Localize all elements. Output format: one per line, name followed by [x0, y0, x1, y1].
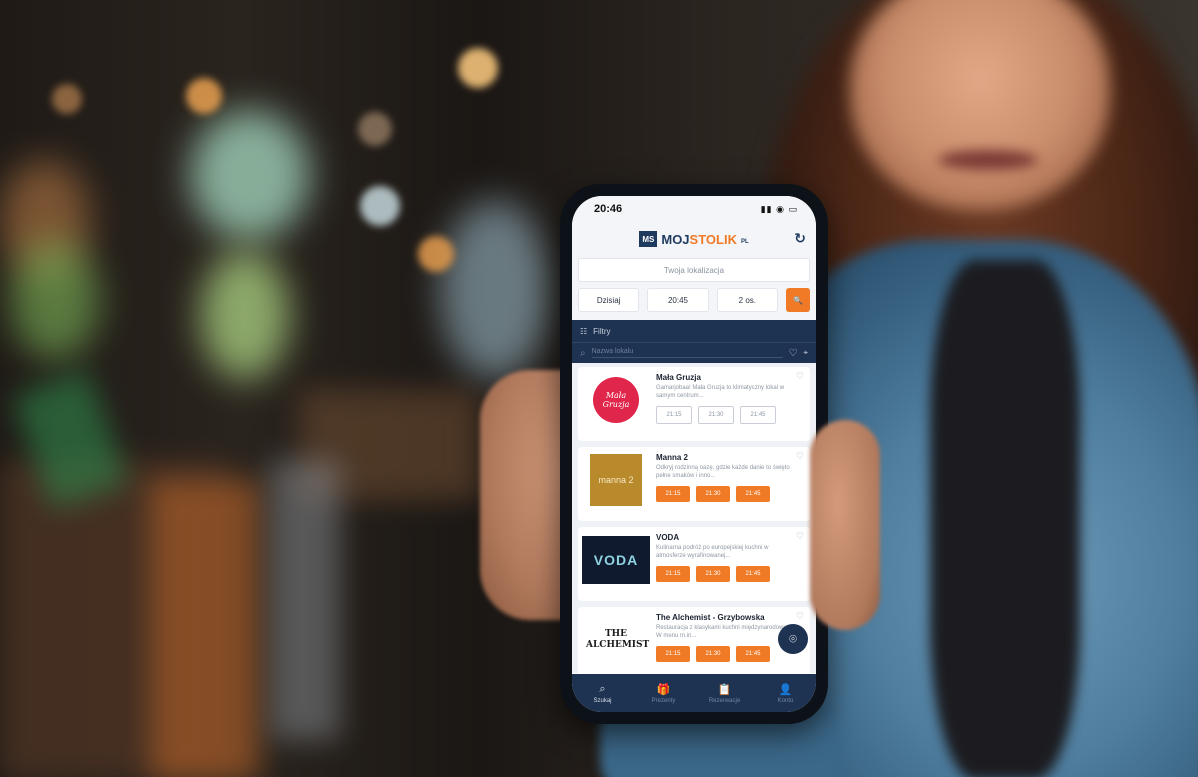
magnifier-icon: ⌕	[580, 347, 586, 359]
filters-button[interactable]: ☷ Filtry	[572, 320, 816, 342]
status-time: 20:46	[594, 203, 623, 215]
smile	[938, 150, 1038, 170]
favorite-heart-icon[interactable]: ♡	[796, 611, 804, 622]
gift-icon: 🎁	[656, 683, 671, 696]
favorite-heart-icon[interactable]: ♡	[796, 531, 804, 542]
bokeh-window	[440, 200, 550, 380]
restaurant-card[interactable]: manna 2 Manna 2 Odkryj rodzinną oazę, gd…	[578, 447, 810, 521]
time-slot[interactable]: 21:30	[696, 566, 730, 582]
tab-reservations[interactable]: 📋 Rezerwacje	[694, 674, 755, 712]
restaurant-description: Kulinarna podróż po europejskiej kuchni …	[656, 545, 769, 559]
time-slot[interactable]: 21:15	[656, 566, 690, 582]
time-slot[interactable]: 21:45	[736, 566, 770, 582]
black-shirt	[930, 260, 1080, 777]
restaurant-description: Gamarjobaa! Mała Gruzja to klimatyczny l…	[656, 385, 785, 399]
map-location-button[interactable]: ⌾	[778, 624, 808, 654]
time-slots: 21:15 21:30 21:45	[656, 486, 806, 502]
location-pin-icon: ⌾	[789, 631, 797, 646]
time-slot[interactable]: 21:45	[736, 646, 770, 662]
search-icon: 🔍	[793, 295, 803, 305]
light-1	[458, 48, 498, 88]
tab-gifts[interactable]: 🎁 Prezenty	[633, 674, 694, 712]
holding-thumb	[810, 420, 880, 630]
bottom-tab-bar: ⌕ Szukaj 🎁 Prezenty 📋 Rezerwacje 👤 Konto	[572, 674, 816, 712]
restaurant-logo: manna 2	[582, 451, 650, 509]
app-screen: 20:46 ▮▮ ◉ ▭ MS MOJ STOLIK PL ↻ Twoja loka…	[572, 196, 816, 712]
tab-account[interactable]: 👤 Konto	[755, 674, 816, 712]
restaurant-name: Manna 2	[656, 453, 689, 462]
logo-text-accent: STOLIK	[689, 231, 737, 247]
restaurant-description: Odkryj rodzinną oazę, gdzie każde danie …	[656, 465, 790, 479]
time-slot[interactable]: 21:45	[736, 486, 770, 502]
restaurant-logo: Mała Gruzja	[582, 371, 650, 429]
time-slots: 21:15 21:30 21:45	[656, 406, 806, 424]
status-bar: 20:46 ▮▮ ◉ ▭	[572, 196, 816, 222]
logo-mark-icon: MS	[639, 231, 658, 247]
map-pin-icon[interactable]: ⌖	[803, 348, 808, 358]
filters-label: Filtry	[593, 326, 611, 336]
logo-text-suffix: PL	[740, 239, 749, 245]
time-slot[interactable]: 21:15	[656, 406, 692, 424]
restaurant-logo: THE ALCHEMIST	[582, 611, 650, 669]
favorite-heart-icon[interactable]: ♡	[796, 451, 804, 462]
time-slots: 21:15 21:30 21:45	[656, 566, 806, 582]
light-4	[360, 186, 400, 226]
chair-orange	[150, 480, 260, 777]
name-search-bar: ⌕ Nazwa lokalu ♡ ⌖	[572, 342, 816, 363]
refresh-icon[interactable]: ↻	[794, 230, 806, 247]
restaurant-card[interactable]: VODA VODA Kulinarna podróż po europejski…	[578, 527, 810, 601]
app-header: MS MOJ STOLIK PL ↻	[572, 222, 816, 256]
tab-label: Rezerwacje	[708, 697, 741, 704]
restaurant-name: The Alchemist - Grzybowska	[656, 613, 765, 622]
time-slot[interactable]: 21:30	[698, 406, 734, 424]
tab-search[interactable]: ⌕ Szukaj	[572, 674, 633, 712]
restaurant-logo: VODA	[582, 531, 650, 589]
tab-label: Prezenty	[651, 697, 676, 704]
light-2	[186, 78, 222, 114]
restaurant-name: Mała Gruzja	[656, 373, 701, 382]
tab-label: Szukaj	[593, 697, 612, 704]
time-picker[interactable]: 20:45	[647, 288, 709, 312]
tab-label: Konto	[777, 697, 794, 704]
favorites-heart-icon[interactable]: ♡	[789, 348, 798, 359]
reservations-icon: 📋	[717, 683, 732, 696]
bokeh-green-3	[10, 240, 100, 360]
logo-text-main: MOJ	[661, 231, 690, 247]
name-search-input[interactable]: Nazwa lokalu	[591, 348, 783, 358]
restaurant-description: Restauracja z klasykami kuchni międzynar…	[656, 625, 790, 639]
search-tab-icon: ⌕	[599, 682, 606, 695]
restaurant-list: Mała Gruzja Mała Gruzja Gamarjobaa! Mała…	[572, 363, 816, 673]
light-3	[418, 236, 454, 272]
location-input[interactable]: Twoja lokalizacja	[578, 258, 810, 282]
light-5	[52, 84, 82, 114]
time-slot[interactable]: 21:30	[696, 486, 730, 502]
search-panel: Twoja lokalizacja Dzisiaj 20:45 2 os. 🔍	[572, 256, 816, 320]
smartphone: 20:46 ▮▮ ◉ ▭ MS MOJ STOLIK PL ↻ Twoja loka…	[560, 184, 828, 724]
chair-back	[270, 460, 340, 740]
time-slot[interactable]: 21:30	[696, 646, 730, 662]
bokeh-green-2	[200, 250, 290, 380]
restaurant-card[interactable]: THE ALCHEMIST The Alchemist - Grzybowska…	[578, 607, 810, 673]
mojstolik-logo: MS MOJ STOLIK PL	[639, 231, 749, 247]
people-picker[interactable]: 2 os.	[716, 288, 778, 312]
signal-wifi-battery-icon: ▮▮ ◉ ▭	[760, 203, 798, 214]
bokeh-green	[190, 110, 310, 240]
manna-logo: manna 2	[590, 454, 642, 506]
time-slot[interactable]: 21:45	[740, 406, 776, 424]
search-row: Dzisiaj 20:45 2 os. 🔍	[572, 282, 816, 320]
date-picker[interactable]: Dzisiaj	[578, 288, 640, 312]
alchemist-logo: THE ALCHEMIST	[586, 629, 650, 650]
voda-logo: VODA	[582, 536, 650, 584]
favorite-heart-icon[interactable]: ♡	[796, 371, 804, 382]
light-6	[358, 112, 392, 146]
time-slot[interactable]: 21:15	[656, 486, 690, 502]
restaurant-card[interactable]: Mała Gruzja Mała Gruzja Gamarjobaa! Mała…	[578, 367, 810, 441]
time-slot[interactable]: 21:15	[656, 646, 690, 662]
filter-icon: ☷	[580, 326, 588, 336]
mala-gruzja-logo: Mała Gruzja	[593, 377, 639, 423]
user-icon: 👤	[778, 683, 793, 696]
search-button[interactable]: 🔍	[785, 288, 810, 312]
restaurant-name: VODA	[656, 533, 680, 542]
